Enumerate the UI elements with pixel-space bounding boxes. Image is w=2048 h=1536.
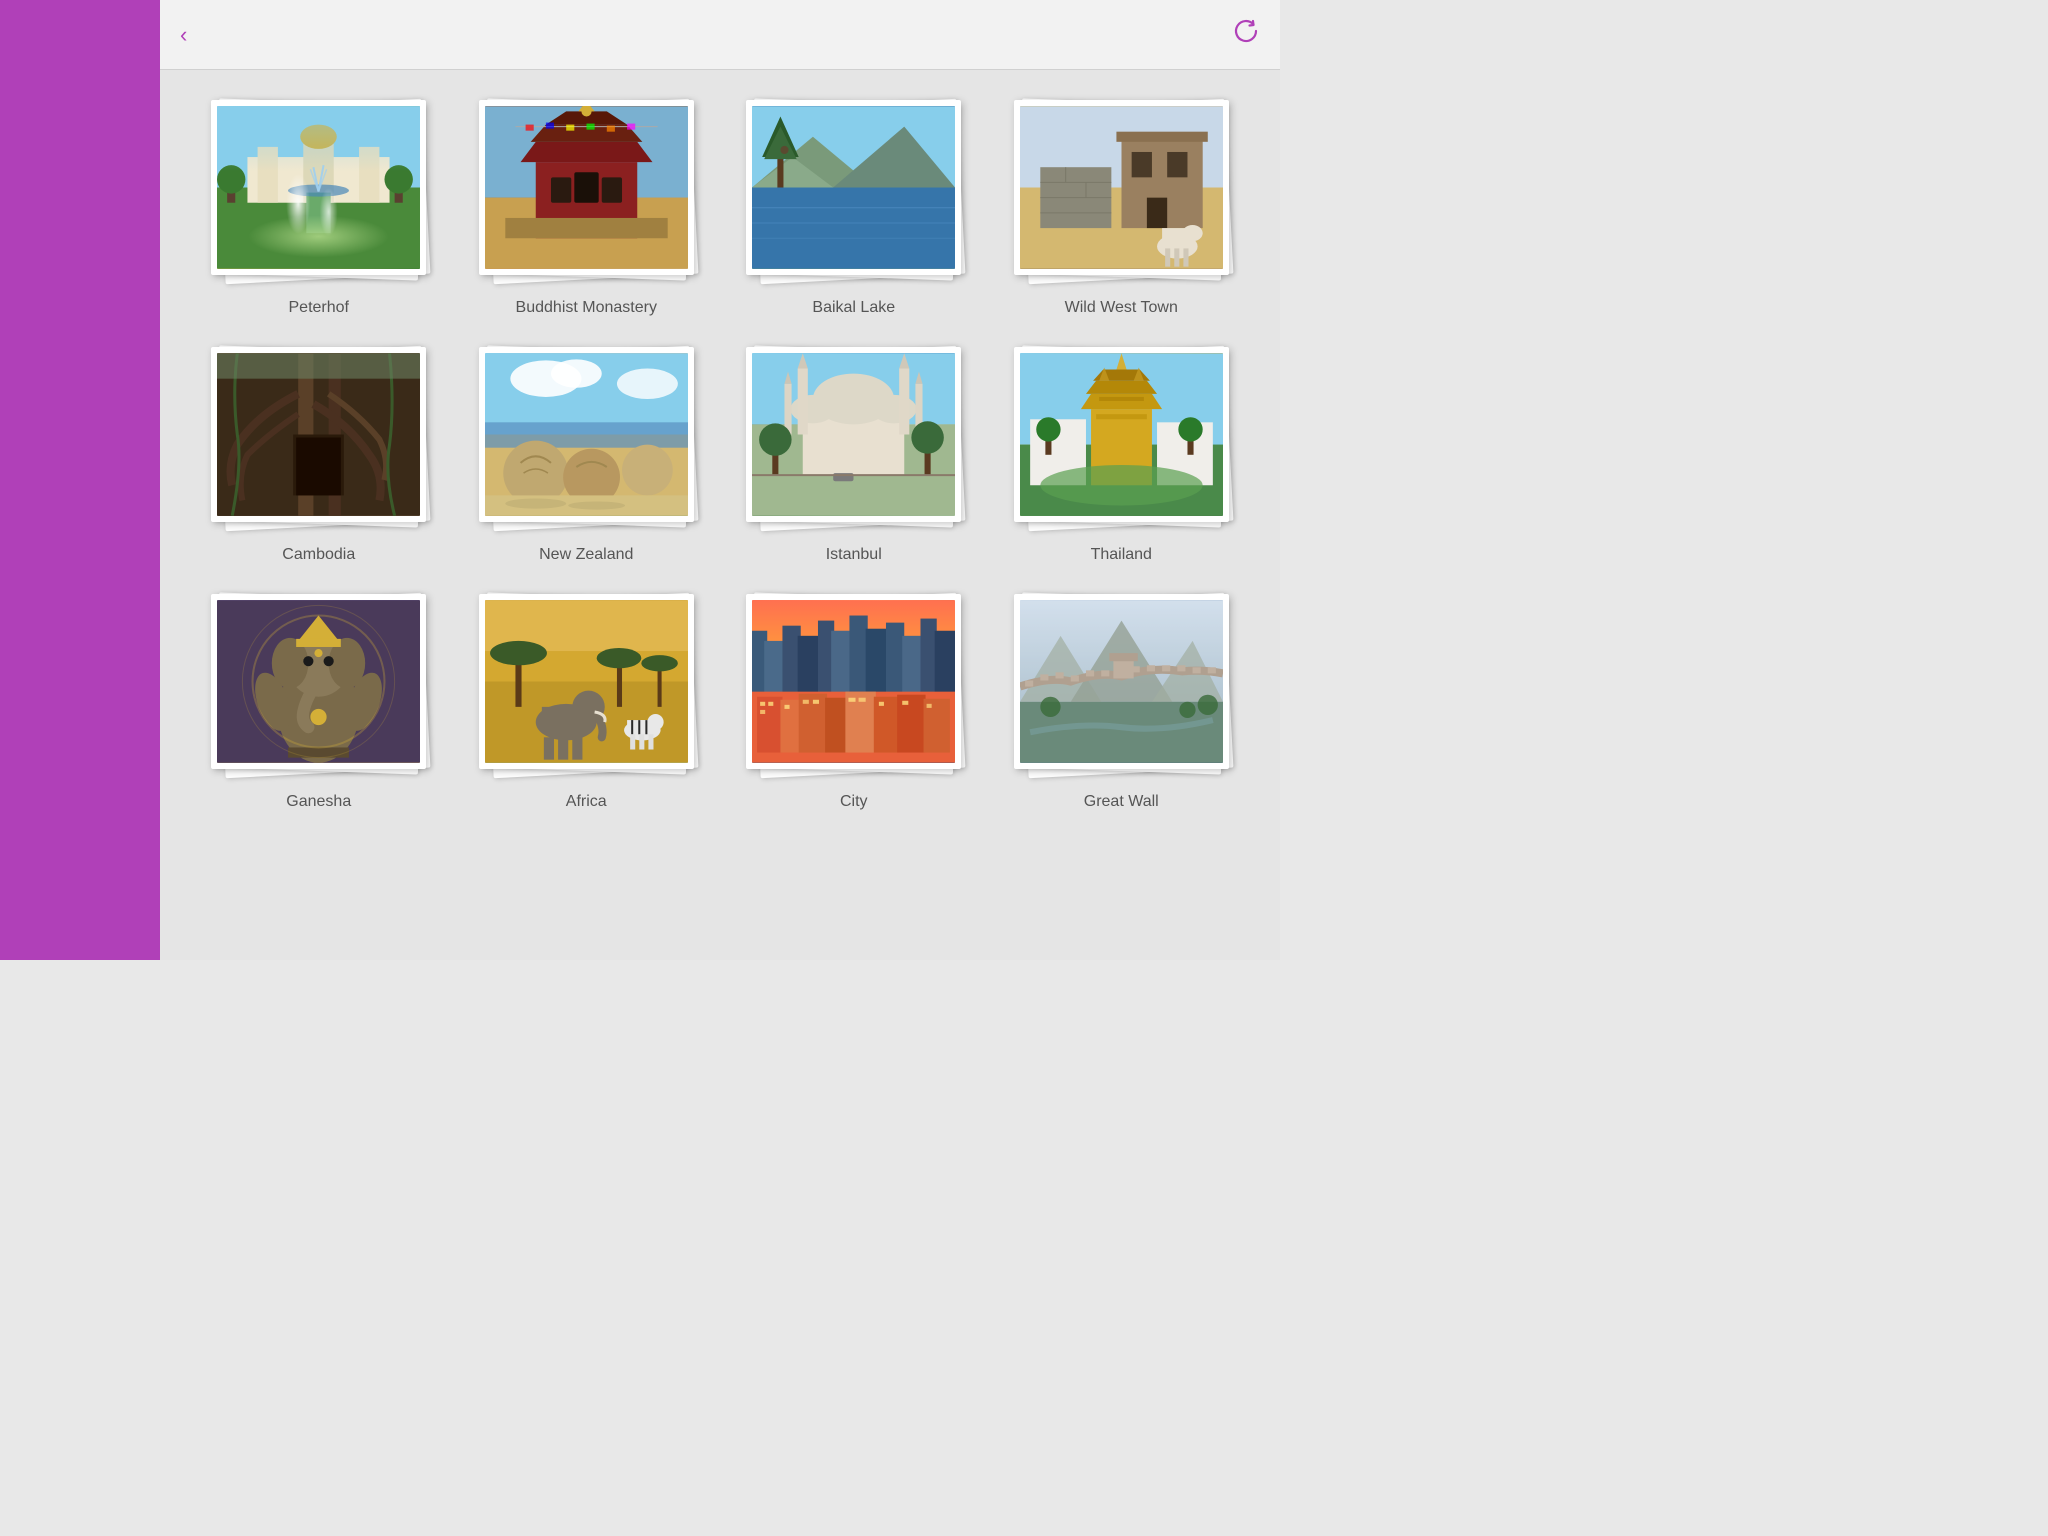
puzzle-label-cambodia: Cambodia	[282, 546, 355, 564]
puzzle-label-thailand: Thailand	[1091, 546, 1152, 564]
photo-front-greatwall	[1014, 594, 1229, 769]
photo-image-greatwall	[1020, 600, 1223, 763]
puzzle-label-africa: Africa	[566, 793, 607, 811]
photo-stack-cambodia	[211, 347, 426, 532]
puzzle-label-newzealand: New Zealand	[539, 546, 633, 564]
photo-stack-greatwall	[1014, 594, 1229, 779]
photo-front-baikal	[746, 100, 961, 275]
photo-front-cambodia	[211, 347, 426, 522]
puzzle-item-baikal[interactable]: Baikal Lake	[735, 100, 973, 317]
puzzle-item-buddhist[interactable]: Buddhist Monastery	[468, 100, 706, 317]
photo-image-buddhist	[485, 106, 688, 269]
puzzle-item-ganesha[interactable]: Ganesha	[200, 594, 438, 811]
photo-front-istanbul	[746, 347, 961, 522]
photo-stack-peterhof	[211, 100, 426, 285]
puzzle-item-greatwall[interactable]: Great Wall	[1003, 594, 1241, 811]
puzzle-item-wildwest[interactable]: Wild West Town	[1003, 100, 1241, 317]
photo-front-ganesha	[211, 594, 426, 769]
photo-image-cambodia	[217, 353, 420, 516]
puzzle-item-newzealand[interactable]: New Zealand	[468, 347, 706, 564]
puzzle-label-cityscape: City	[840, 793, 868, 811]
photo-image-wildwest	[1020, 106, 1223, 269]
puzzle-label-buddhist: Buddhist Monastery	[516, 299, 657, 317]
photo-front-buddhist	[479, 100, 694, 275]
back-chevron-icon: ‹	[180, 22, 187, 48]
puzzle-label-peterhof: Peterhof	[289, 299, 349, 317]
photo-stack-buddhist	[479, 100, 694, 285]
puzzle-label-greatwall: Great Wall	[1084, 793, 1159, 811]
puzzle-item-africa[interactable]: Africa	[468, 594, 706, 811]
puzzle-item-peterhof[interactable]: Peterhof	[200, 100, 438, 317]
photo-stack-wildwest	[1014, 100, 1229, 285]
refresh-button[interactable]	[1232, 17, 1260, 52]
puzzle-grid: Peterhof Buddhist Monastery	[200, 100, 1240, 811]
photo-front-peterhof	[211, 100, 426, 275]
sidebar	[0, 0, 160, 960]
photo-stack-istanbul	[746, 347, 961, 532]
puzzle-item-istanbul[interactable]: Istanbul	[735, 347, 973, 564]
puzzle-label-wildwest: Wild West Town	[1065, 299, 1178, 317]
photo-image-africa	[485, 600, 688, 763]
navigation-controls	[1204, 17, 1260, 52]
photo-image-peterhof	[217, 106, 420, 269]
photo-image-istanbul	[752, 353, 955, 516]
puzzle-item-thailand[interactable]: Thailand	[1003, 347, 1241, 564]
puzzle-label-baikal: Baikal Lake	[812, 299, 895, 317]
main-content: ‹	[160, 0, 1280, 960]
photo-front-cityscape	[746, 594, 961, 769]
photo-image-baikal	[752, 106, 955, 269]
puzzle-label-ganesha: Ganesha	[286, 793, 351, 811]
topbar: ‹	[160, 0, 1280, 70]
photo-stack-newzealand	[479, 347, 694, 532]
photo-image-newzealand	[485, 353, 688, 516]
puzzle-item-cityscape[interactable]: City	[735, 594, 973, 811]
photo-stack-thailand	[1014, 347, 1229, 532]
refresh-icon	[1232, 17, 1260, 45]
photo-image-ganesha	[217, 600, 420, 763]
photo-stack-baikal	[746, 100, 961, 285]
photo-image-cityscape	[752, 600, 955, 763]
photo-stack-ganesha	[211, 594, 426, 779]
photo-stack-cityscape	[746, 594, 961, 779]
photo-front-thailand	[1014, 347, 1229, 522]
photo-stack-africa	[479, 594, 694, 779]
photo-front-newzealand	[479, 347, 694, 522]
photo-image-thailand	[1020, 353, 1223, 516]
puzzle-scroll-area[interactable]: Peterhof Buddhist Monastery	[160, 70, 1280, 960]
puzzle-item-cambodia[interactable]: Cambodia	[200, 347, 438, 564]
photo-front-africa	[479, 594, 694, 769]
return-to-game-button[interactable]: ‹	[180, 22, 191, 48]
puzzle-label-istanbul: Istanbul	[826, 546, 882, 564]
photo-front-wildwest	[1014, 100, 1229, 275]
